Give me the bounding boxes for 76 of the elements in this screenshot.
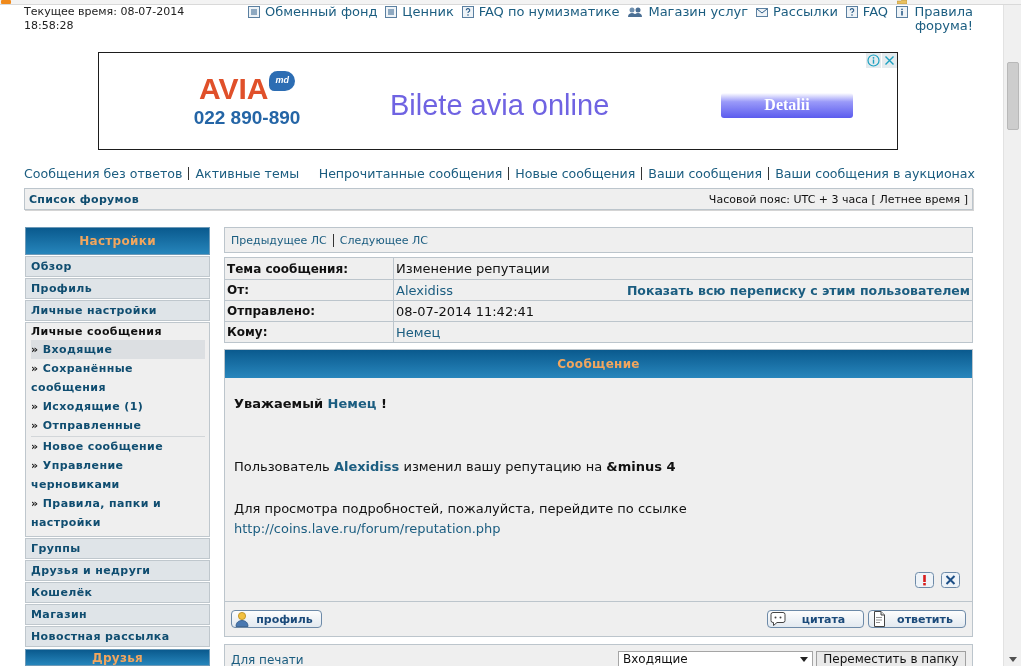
sidebar-item[interactable]: Профиль <box>25 278 210 299</box>
nav-link[interactable]: Обменный фонд <box>248 5 378 19</box>
sidebar-item[interactable]: Личные настройки <box>25 300 210 321</box>
ad-headline: Bilete avia online <box>390 88 610 122</box>
sidebar-subitem[interactable]: » Отправленные <box>31 416 205 435</box>
people-icon <box>627 6 644 18</box>
message-text: Для просмотра подробностей, пожалуйста, перейдите по ссылке http://coins.lave.ru/forum/reputation.php <box>234 500 688 538</box>
user-link[interactable]: Немец <box>396 324 441 340</box>
close-icon[interactable] <box>882 53 897 68</box>
speech-bubble-icon <box>770 611 786 627</box>
profile-button[interactable]: профиль <box>231 610 322 628</box>
nav-link[interactable]: Ценник <box>385 5 454 19</box>
field-label: Кому: <box>227 325 268 339</box>
info-icon[interactable] <box>866 53 881 68</box>
previous-link[interactable]: Предыдущее ЛС <box>231 233 327 247</box>
sidebar-subitem[interactable]: » Новое сообщение <box>31 437 205 456</box>
reply-button[interactable]: ответить <box>868 610 966 628</box>
user-link[interactable]: Alexidiss <box>396 282 453 298</box>
field-label: Тема сообщения: <box>227 261 348 276</box>
quick-link[interactable]: Ваши сообщения <box>648 166 763 181</box>
section-title: Личные сообщения <box>31 324 163 340</box>
arrow-down-icon[interactable] <box>1008 657 1017 662</box>
sidebar-subitem[interactable]: » Исходящие (1) <box>31 397 205 416</box>
print-link[interactable]: Для печати <box>231 654 304 666</box>
folder-select[interactable]: Входящие <box>618 651 813 666</box>
quick-link[interactable]: Активные темы <box>195 166 300 181</box>
ad-phone: 022 890-890 <box>193 106 301 129</box>
move-button[interactable]: Переместить в папку <box>816 651 966 666</box>
field-value: 08-07-2014 11:42:41 <box>396 303 535 319</box>
sidebar-item[interactable]: Новостная рассылка <box>25 626 210 647</box>
exclamation-icon[interactable] <box>915 572 934 588</box>
quick-link[interactable]: Сообщения без ответов <box>24 166 183 181</box>
sidebar-item[interactable]: Группы <box>25 538 210 559</box>
nav-link[interactable]: FAQ по нумизматике <box>461 5 620 19</box>
sidebar-item[interactable]: Друзья и недруги <box>25 560 210 581</box>
message-text: Пользователь Alexidiss изменил вашу репутацию на &minus 4 <box>234 458 677 476</box>
field-label: От: <box>227 283 249 297</box>
sidebar-subitem[interactable]: » Правила, папки и настройки <box>31 494 205 532</box>
ad-logo: AVIA <box>199 73 269 104</box>
user-link[interactable]: Alexidiss <box>333 459 400 474</box>
document-icon <box>871 611 887 627</box>
sidebar-subitem[interactable]: » Управление черновиками <box>31 456 205 494</box>
greeting-text: Уважаемый Немец ! <box>234 395 388 413</box>
quick-link[interactable]: Ваши сообщения в аукционах <box>775 166 975 181</box>
next-link[interactable]: Следующее ЛС <box>339 233 428 247</box>
folder-icon[interactable] <box>897 0 907 4</box>
nav-link[interactable]: Магазин услуг <box>627 5 749 19</box>
conversation-link[interactable]: Показать всю переписку с этим пользователем <box>626 282 970 298</box>
caret-icon <box>800 656 808 662</box>
mail-icon <box>756 6 768 18</box>
sidebar-title: Настройки <box>25 227 210 255</box>
person-icon <box>234 611 250 627</box>
sidebar-item[interactable]: Магазин <box>25 604 210 625</box>
sidebar-subitem[interactable]: » Входящие <box>31 340 205 359</box>
field-value: Изменение репутации <box>396 261 550 276</box>
delete-icon[interactable] <box>941 572 960 588</box>
time-text: Текущее время: 08-07-2014 <box>24 5 185 19</box>
scrollbar-thumb[interactable] <box>1006 62 1019 130</box>
user-link[interactable]: Немец <box>327 396 377 411</box>
nav-link[interactable]: Рассылки <box>756 5 838 19</box>
message-title: Сообщение <box>225 350 972 378</box>
field-label: Отправлено: <box>227 304 315 318</box>
logo-badge: md <box>269 70 295 91</box>
nav-link[interactable]: Правила форума! <box>895 5 973 33</box>
timezone-text: Часовой пояс: UTC + 3 часа [ Летнее время ] <box>708 192 968 206</box>
url-link[interactable]: http://coins.lave.ru/forum/reputation.php <box>234 521 501 536</box>
quick-link[interactable]: Новые сообщения <box>515 166 636 181</box>
sidebar-subitem[interactable]: » Сохранённые сообщения <box>31 359 205 397</box>
sidebar-item[interactable]: Обзор <box>25 256 210 277</box>
forum-list-link[interactable]: Список форумов <box>29 192 139 206</box>
sidebar-item[interactable]: Кошелёк <box>25 582 210 603</box>
nav-link[interactable]: FAQ <box>845 5 889 19</box>
quote-button[interactable]: цитата <box>767 610 864 628</box>
quick-link[interactable]: Непрочитанные сообщения <box>318 166 503 181</box>
time-text: 18:58:28 <box>24 19 74 33</box>
sidebar-title: Друзья <box>25 649 210 666</box>
